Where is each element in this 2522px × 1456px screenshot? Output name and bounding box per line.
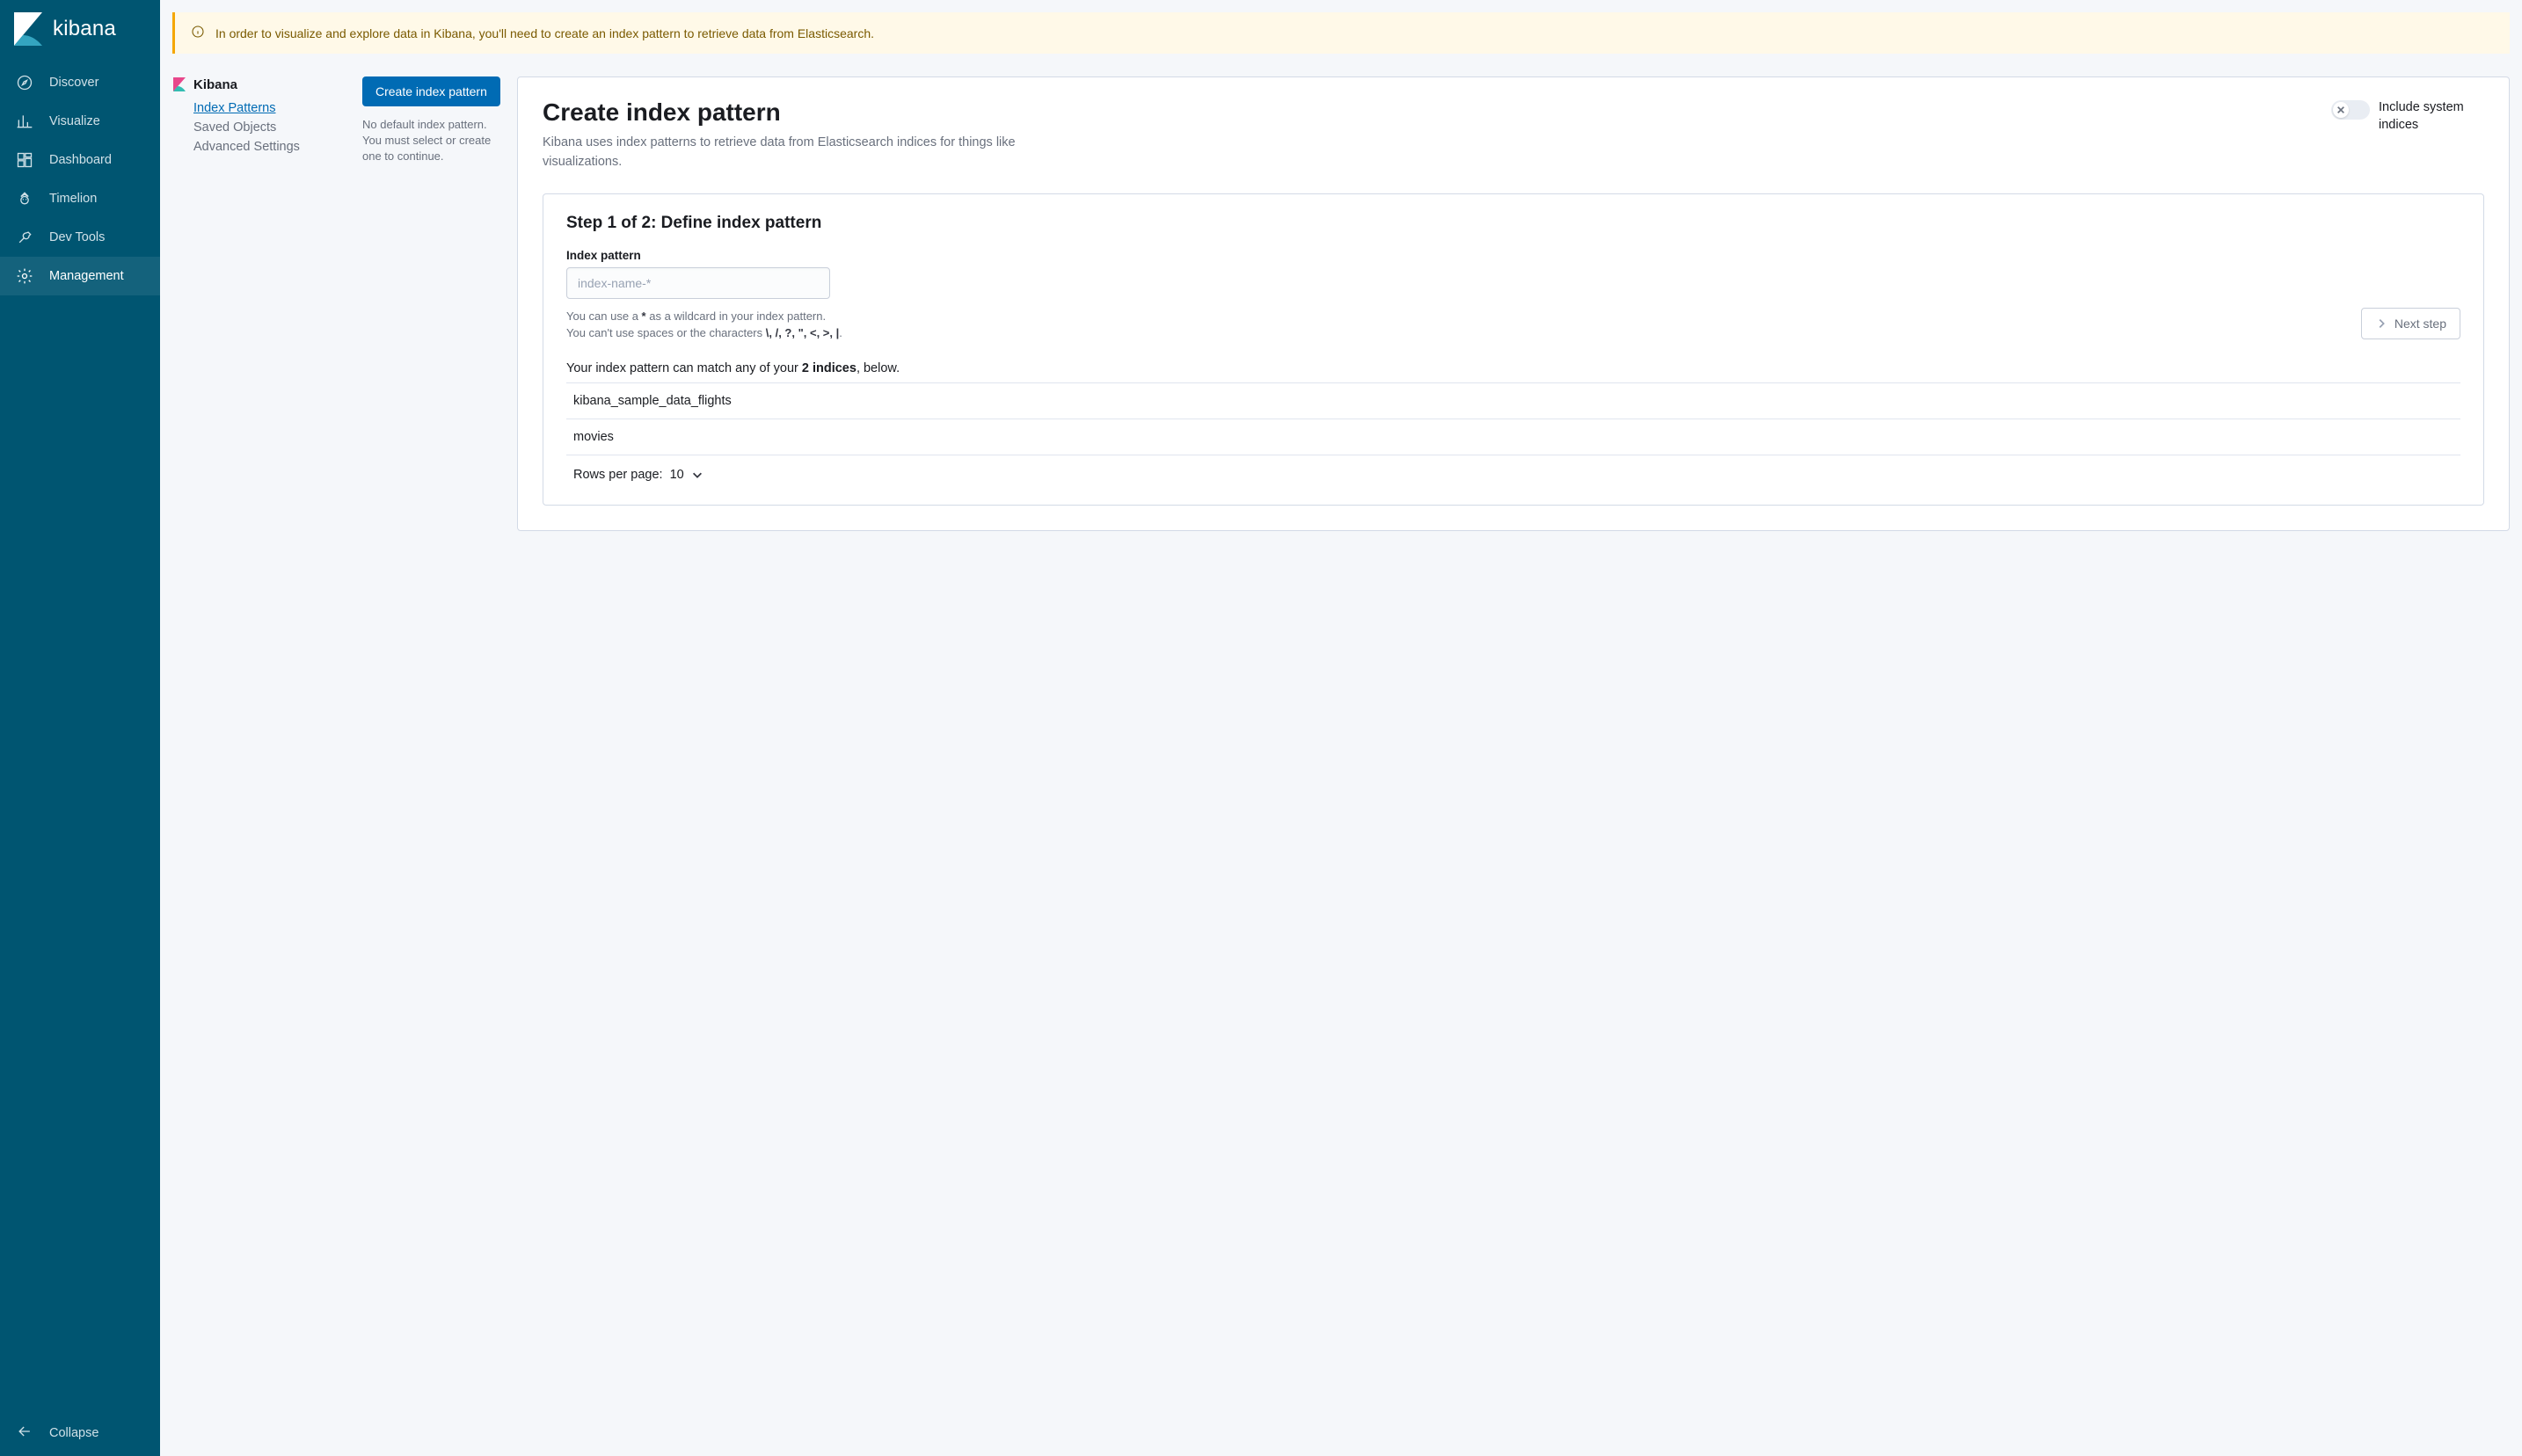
input-hints: You can use a * as a wildcard in your in… <box>566 308 842 342</box>
card-desc: Kibana uses index patterns to retrieve d… <box>543 134 1035 172</box>
chevron-right-icon <box>2375 317 2387 330</box>
nav-label: Discover <box>49 76 98 90</box>
rows-per-label: Rows per page: <box>573 468 663 482</box>
sidebar-item-management[interactable]: Management <box>0 257 160 295</box>
brand-text: kibana <box>53 17 116 41</box>
wrench-icon <box>16 229 33 246</box>
timelion-icon <box>16 190 33 207</box>
card-title: Create index pattern <box>543 98 1035 127</box>
index-pattern-input[interactable] <box>566 267 830 299</box>
sidebar-item-timelion[interactable]: Timelion <box>0 179 160 218</box>
dashboard-icon <box>16 151 33 169</box>
kibana-small-icon <box>172 76 186 92</box>
info-callout: In order to visualize and explore data i… <box>172 12 2510 54</box>
next-step-button[interactable]: Next step <box>2361 308 2460 339</box>
x-icon <box>2336 106 2345 114</box>
rows-per-value: 10 <box>670 468 684 482</box>
nav-label: Visualize <box>49 114 100 128</box>
mgmt-links: Index Patterns Saved Objects Advanced Se… <box>172 101 348 154</box>
rows-per-page-dropdown[interactable]: Rows per page: 10 <box>566 455 2460 485</box>
create-index-pattern-button[interactable]: Create index pattern <box>362 76 500 106</box>
primary-nav: Discover Visualize Dashboard Timelion De… <box>0 58 160 1410</box>
nav-label: Management <box>49 269 124 283</box>
sidebar: kibana Discover Visualize Dashboard Time… <box>0 0 160 1456</box>
step-box: Step 1 of 2: Define index pattern Index … <box>543 193 2484 506</box>
create-index-pattern-card: Create index pattern Kibana uses index p… <box>517 76 2510 531</box>
management-panel: Kibana Index Patterns Saved Objects Adva… <box>172 76 505 531</box>
compass-icon <box>16 74 33 91</box>
nav-label: Timelion <box>49 192 97 206</box>
kibana-logo-icon <box>12 11 44 47</box>
chart-icon <box>16 113 33 130</box>
arrow-left-icon <box>16 1423 33 1444</box>
sidebar-item-visualize[interactable]: Visualize <box>0 102 160 141</box>
toggle-label: Include system indices <box>2379 98 2484 135</box>
step-title: Step 1 of 2: Define index pattern <box>566 214 2460 233</box>
logo[interactable]: kibana <box>0 0 160 58</box>
main-content: In order to visualize and explore data i… <box>160 0 2522 1456</box>
index-list: kibana_sample_data_flights movies <box>566 382 2460 455</box>
match-text: Your index pattern can match any of your… <box>566 361 2460 375</box>
nav-label: Dashboard <box>49 153 112 167</box>
mgmt-section-title: Kibana <box>193 77 237 92</box>
include-system-indices-wrap: Include system indices <box>2331 98 2484 135</box>
index-row: movies <box>566 419 2460 455</box>
sidebar-item-discover[interactable]: Discover <box>0 63 160 102</box>
next-step-label: Next step <box>2394 317 2446 331</box>
mgmt-link-index-patterns[interactable]: Index Patterns <box>193 101 348 115</box>
gear-icon <box>16 267 33 285</box>
collapse-button[interactable]: Collapse <box>0 1410 160 1456</box>
no-default-helper: No default index pattern. You must selec… <box>362 117 505 165</box>
nav-label: Dev Tools <box>49 230 105 244</box>
callout-text: In order to visualize and explore data i… <box>215 26 874 40</box>
sidebar-item-dashboard[interactable]: Dashboard <box>0 141 160 179</box>
include-system-indices-toggle[interactable] <box>2331 100 2370 120</box>
chevron-down-icon <box>691 469 703 481</box>
index-row: kibana_sample_data_flights <box>566 383 2460 419</box>
mgmt-link-advanced-settings[interactable]: Advanced Settings <box>193 140 348 154</box>
collapse-label: Collapse <box>49 1426 98 1440</box>
toggle-knob <box>2333 102 2349 118</box>
info-icon <box>191 25 205 41</box>
index-pattern-label: Index pattern <box>566 249 2460 262</box>
sidebar-item-devtools[interactable]: Dev Tools <box>0 218 160 257</box>
mgmt-link-saved-objects[interactable]: Saved Objects <box>193 120 348 135</box>
